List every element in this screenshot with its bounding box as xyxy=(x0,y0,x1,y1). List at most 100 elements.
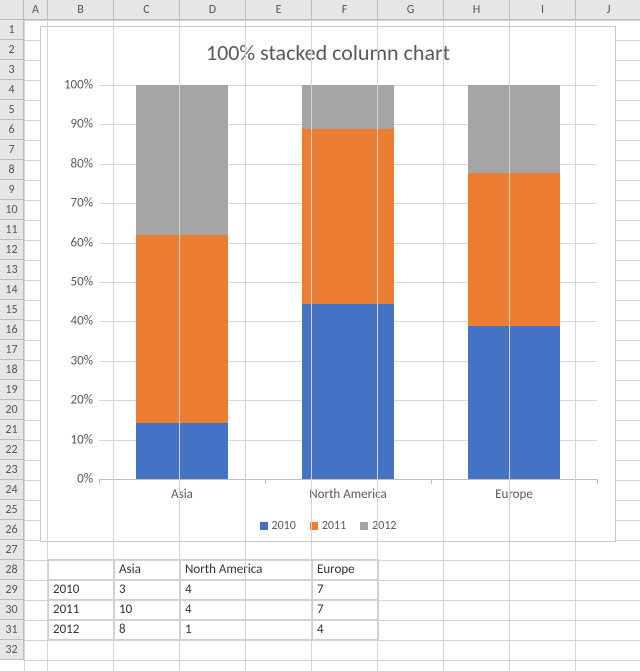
table-col-header[interactable]: Asia xyxy=(115,560,181,580)
row-header-13[interactable]: 13 xyxy=(0,260,24,280)
col-header-B[interactable]: B xyxy=(48,0,114,20)
chart-x-axis xyxy=(99,479,597,480)
col-header-F[interactable]: F xyxy=(312,0,378,20)
chart-bar[interactable] xyxy=(302,85,394,479)
col-header-C[interactable]: C xyxy=(114,0,180,20)
select-all-corner[interactable] xyxy=(0,0,24,20)
chart-category-label: North America xyxy=(309,487,386,502)
row-header-19[interactable]: 19 xyxy=(0,380,24,400)
table-row-header[interactable]: 2011 xyxy=(49,600,115,620)
legend-item[interactable]: 2010 xyxy=(260,519,296,533)
legend-label: 2010 xyxy=(272,519,296,533)
row-header-32[interactable]: 32 xyxy=(0,640,24,660)
row-header-27[interactable]: 27 xyxy=(0,540,24,560)
table-cell[interactable]: 10 xyxy=(115,600,181,620)
data-table[interactable]: AsiaNorth AmericaEurope20103472011104720… xyxy=(48,559,379,640)
table-cell[interactable]: 3 xyxy=(115,580,181,600)
row-header-8[interactable]: 8 xyxy=(0,160,24,180)
table-cell[interactable]: 4 xyxy=(181,600,313,620)
row-header-21[interactable]: 21 xyxy=(0,420,24,440)
chart-plot-area: 0%10%20%30%40%50%60%70%80%90%100% AsiaNo… xyxy=(99,85,597,479)
legend-swatch xyxy=(260,522,268,530)
table-cell[interactable]: 4 xyxy=(181,580,313,600)
table-cell[interactable]: 7 xyxy=(313,600,379,620)
row-header-10[interactable]: 10 xyxy=(0,200,24,220)
table-col-header[interactable]: Europe xyxy=(313,560,379,580)
chart-segment[interactable] xyxy=(136,235,228,423)
chart-segment[interactable] xyxy=(302,129,394,304)
col-header-I[interactable]: I xyxy=(510,0,576,20)
col-header-D[interactable]: D xyxy=(180,0,246,20)
row-header-14[interactable]: 14 xyxy=(0,280,24,300)
row-header-4[interactable]: 4 xyxy=(0,80,24,100)
chart-y-label: 70% xyxy=(71,196,99,211)
chart-y-label: 50% xyxy=(71,275,99,290)
table-row-header[interactable]: 2010 xyxy=(49,580,115,600)
chart-y-label: 0% xyxy=(77,472,99,487)
row-header-16[interactable]: 16 xyxy=(0,320,24,340)
chart-title: 100% stacked column chart xyxy=(41,27,615,72)
row-header-23[interactable]: 23 xyxy=(0,460,24,480)
row-header-6[interactable]: 6 xyxy=(0,120,24,140)
table-col-header[interactable]: North America xyxy=(181,560,313,580)
chart-y-label: 20% xyxy=(71,393,99,408)
row-header-22[interactable]: 22 xyxy=(0,440,24,460)
chart-segment[interactable] xyxy=(468,326,560,479)
row-headers: 1234567891011121314151617181920212223242… xyxy=(0,20,24,671)
chart-bars xyxy=(99,85,597,479)
table-cell[interactable]: 4 xyxy=(313,620,379,640)
chart-category-label: Asia xyxy=(171,487,193,502)
row-header-26[interactable]: 26 xyxy=(0,520,24,540)
chart-y-label: 100% xyxy=(64,78,99,93)
chart-y-label: 30% xyxy=(71,353,99,368)
legend-item[interactable]: 2012 xyxy=(360,519,396,533)
row-header-30[interactable]: 30 xyxy=(0,600,24,620)
row-header-9[interactable]: 9 xyxy=(0,180,24,200)
legend-label: 2012 xyxy=(372,519,396,533)
row-header-11[interactable]: 11 xyxy=(0,220,24,240)
row-header-29[interactable]: 29 xyxy=(0,580,24,600)
col-header-E[interactable]: E xyxy=(246,0,312,20)
chart-segment[interactable] xyxy=(136,423,228,479)
row-header-15[interactable]: 15 xyxy=(0,300,24,320)
chart-stacked-column[interactable]: 100% stacked column chart 0%10%20%30%40%… xyxy=(40,26,616,542)
chart-segment[interactable] xyxy=(136,85,228,235)
row-header-25[interactable]: 25 xyxy=(0,500,24,520)
table-cell[interactable]: 7 xyxy=(313,580,379,600)
column-headers: ABCDEFGHIJ xyxy=(24,0,640,20)
chart-y-label: 80% xyxy=(71,156,99,171)
row-header-7[interactable]: 7 xyxy=(0,140,24,160)
chart-y-label: 60% xyxy=(71,235,99,250)
table-cell[interactable]: 1 xyxy=(181,620,313,640)
row-header-18[interactable]: 18 xyxy=(0,360,24,380)
row-header-3[interactable]: 3 xyxy=(0,60,24,80)
chart-category-label: Europe xyxy=(495,487,533,502)
table-row-header[interactable]: 2012 xyxy=(49,620,115,640)
col-header-A[interactable]: A xyxy=(24,0,48,20)
chart-y-label: 40% xyxy=(71,314,99,329)
legend-item[interactable]: 2011 xyxy=(310,519,346,533)
row-header-24[interactable]: 24 xyxy=(0,480,24,500)
cells-area[interactable]: 100% stacked column chart 0%10%20%30%40%… xyxy=(24,20,640,671)
chart-segment[interactable] xyxy=(302,85,394,129)
row-header-2[interactable]: 2 xyxy=(0,40,24,60)
row-header-12[interactable]: 12 xyxy=(0,240,24,260)
row-header-28[interactable]: 28 xyxy=(0,560,24,580)
chart-segment[interactable] xyxy=(468,85,560,173)
chart-bar[interactable] xyxy=(136,85,228,479)
legend-swatch xyxy=(360,522,368,530)
col-header-J[interactable]: J xyxy=(576,0,640,20)
chart-bar[interactable] xyxy=(468,85,560,479)
row-header-5[interactable]: 5 xyxy=(0,100,24,120)
col-header-G[interactable]: G xyxy=(378,0,444,20)
spreadsheet: ABCDEFGHIJ 12345678910111213141516171819… xyxy=(0,0,640,671)
row-header-17[interactable]: 17 xyxy=(0,340,24,360)
chart-segment[interactable] xyxy=(302,304,394,479)
table-corner[interactable] xyxy=(49,560,115,580)
row-header-20[interactable]: 20 xyxy=(0,400,24,420)
row-header-31[interactable]: 31 xyxy=(0,620,24,640)
row-header-1[interactable]: 1 xyxy=(0,20,24,40)
table-cell[interactable]: 8 xyxy=(115,620,181,640)
col-header-H[interactable]: H xyxy=(444,0,510,20)
chart-segment[interactable] xyxy=(468,173,560,326)
